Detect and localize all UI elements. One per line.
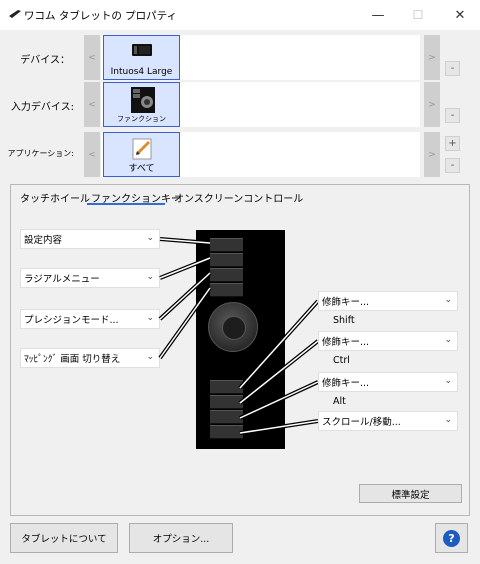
function-key-5-dropdown[interactable]: 修飾キー... ⌄ <box>318 291 458 311</box>
dropdown-value: 修飾キー... <box>322 297 370 308</box>
chevron-down-icon: ⌄ <box>444 335 452 345</box>
key-connector-lines <box>158 237 320 435</box>
chevron-down-icon: ⌄ <box>444 295 452 305</box>
restore-defaults-button[interactable]: 標準設定 <box>359 484 462 503</box>
about-tablet-button[interactable]: タブレットについて <box>10 523 118 553</box>
help-button[interactable]: ? <box>435 523 468 553</box>
options-button[interactable]: オプション... <box>129 523 233 553</box>
function-key-7-dropdown[interactable]: 修飾キー... ⌄ <box>318 372 458 392</box>
dropdown-value: 修飾キー... <box>322 337 370 348</box>
modifier-subtext: Alt <box>333 396 346 407</box>
chevron-down-icon: ⌄ <box>444 415 452 425</box>
function-key-6-dropdown[interactable]: 修飾キー... ⌄ <box>318 331 458 351</box>
modifier-subtext: Shift <box>333 315 355 326</box>
modifier-subtext: Ctrl <box>333 355 350 366</box>
function-key-8-dropdown[interactable]: スクロール/移動... ⌄ <box>318 411 458 431</box>
dropdown-value: 修飾キー... <box>322 378 370 389</box>
chevron-down-icon: ⌄ <box>444 376 452 386</box>
help-icon: ? <box>443 529 460 547</box>
dropdown-value: スクロール/移動... <box>322 417 401 428</box>
